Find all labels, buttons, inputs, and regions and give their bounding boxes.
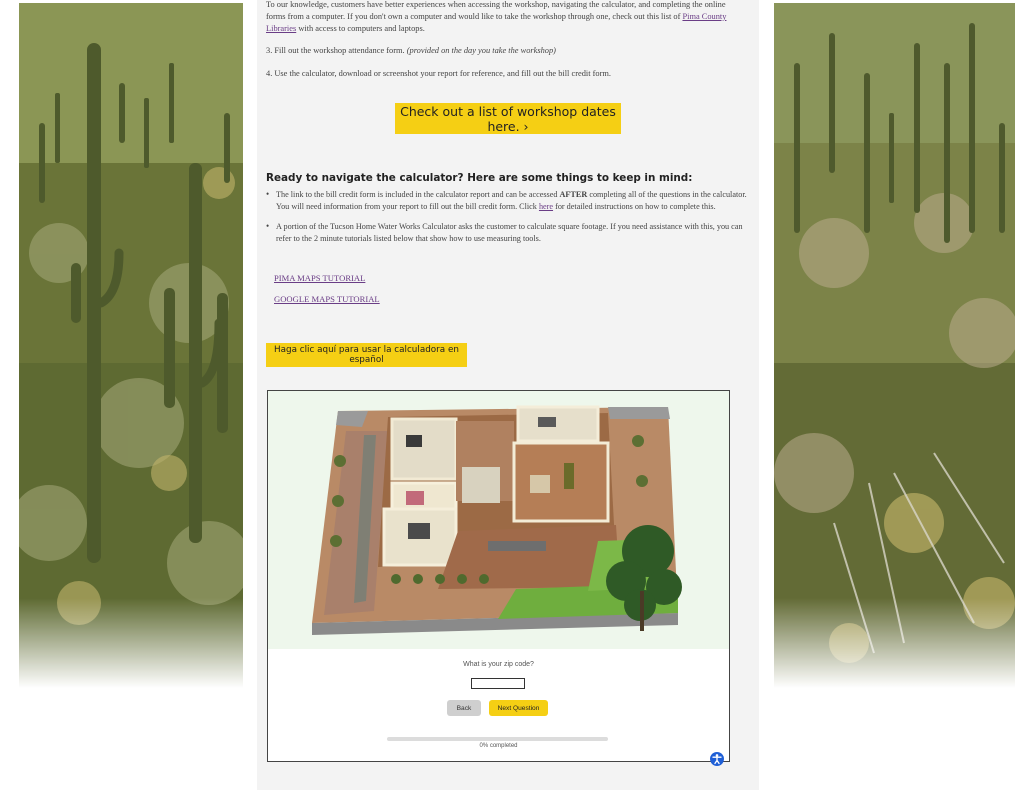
pima-maps-tutorial-link[interactable]: PIMA MAPS TUTORIAL <box>274 273 365 283</box>
zip-question-label: What is your zip code? <box>463 661 534 668</box>
step-3-text: 3. Fill out the workshop attendance form… <box>266 46 407 55</box>
google-maps-tutorial-link[interactable]: GOOGLE MAPS TUTORIAL <box>274 294 380 304</box>
section-heading: Ready to navigate the calculator? Here a… <box>266 172 693 184</box>
house-floorplan-illustration <box>268 391 729 649</box>
progress-bar <box>387 737 608 741</box>
main-content: To our knowledge, customers have better … <box>257 0 759 790</box>
intro-text-end: with access to computers and laptops. <box>296 24 425 33</box>
step-3: 3. Fill out the workshop attendance form… <box>266 45 747 57</box>
step-3-note: (provided on the day you take the worksh… <box>406 46 556 55</box>
list-item: The link to the bill credit form is incl… <box>266 189 747 212</box>
accessibility-button[interactable] <box>710 752 724 766</box>
intro-text-start: To our knowledge, customers have better … <box>266 0 726 21</box>
progress-text: 0% completed <box>479 743 518 749</box>
bullet-1-text-a: The link to the bill credit form is incl… <box>276 190 560 199</box>
intro-paragraph: To our knowledge, customers have better … <box>266 0 747 35</box>
bullet-1-bold: AFTER <box>559 190 588 199</box>
instructions-here-link[interactable]: here <box>539 202 553 211</box>
next-question-button[interactable]: Next Question <box>489 700 548 716</box>
right-desert-image <box>774 3 1015 688</box>
step-4: 4. Use the calculator, download or scree… <box>266 69 612 78</box>
accessibility-icon <box>712 754 722 765</box>
list-item: A portion of the Tucson Home Water Works… <box>266 221 747 244</box>
zip-code-input[interactable] <box>471 678 525 689</box>
workshop-dates-button[interactable]: Check out a list of workshop dates here.… <box>395 103 621 134</box>
bullet-1-text-c: for detailed instructions on how to comp… <box>553 201 716 211</box>
water-calculator-widget: What is your zip code? Back Next Questio… <box>267 390 730 762</box>
left-desert-image <box>19 3 243 688</box>
spanish-calculator-button[interactable]: Haga clic aquí para usar la calculadora … <box>266 343 467 367</box>
back-button[interactable]: Back <box>447 700 481 716</box>
tips-list: The link to the bill credit form is incl… <box>266 189 747 244</box>
